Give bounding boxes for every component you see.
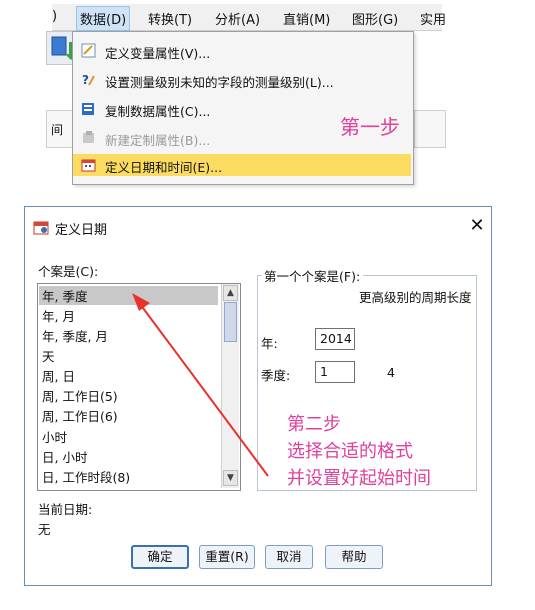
annotation-arrow xyxy=(132,293,269,477)
